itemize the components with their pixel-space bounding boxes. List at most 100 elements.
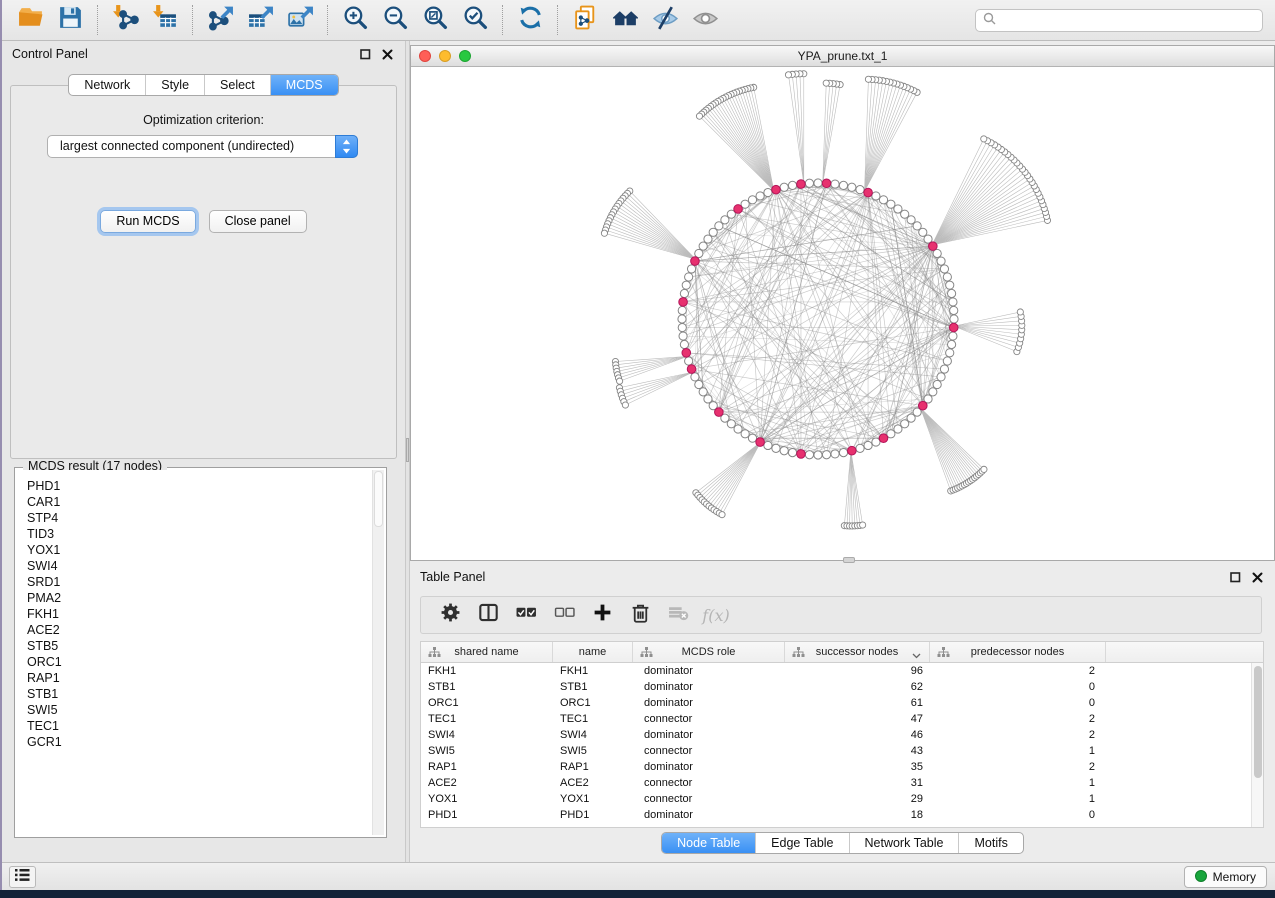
duplicate-network-button[interactable] (565, 3, 605, 37)
column-header-MCDS-role[interactable]: MCDS role (633, 642, 785, 662)
mcds-result-item[interactable]: PHD1 (27, 478, 384, 494)
table-row[interactable]: SWI5SWI5connector431 (421, 743, 1263, 759)
column-header-predecessor-nodes[interactable]: predecessor nodes (930, 642, 1106, 662)
export-network-button[interactable] (200, 3, 240, 37)
split-pane-button[interactable] (477, 604, 499, 626)
table-cell[interactable]: 0 (930, 695, 1106, 711)
column-header-name[interactable]: name (553, 642, 633, 662)
table-cell[interactable]: 31 (785, 775, 930, 791)
table-cell[interactable]: dominator (633, 663, 785, 679)
table-cell[interactable]: 0 (930, 807, 1106, 823)
show-panels-button[interactable] (9, 866, 36, 888)
splitter-grip-h[interactable] (843, 557, 855, 563)
zoom-selected-button[interactable] (455, 3, 495, 37)
close-panel-button[interactable]: Close panel (209, 210, 307, 233)
table-cell[interactable]: 18 (785, 807, 930, 823)
table-cell[interactable]: FKH1 (553, 663, 633, 679)
add-column-button[interactable] (591, 604, 613, 626)
table-row[interactable]: ORC1ORC1dominator610 (421, 695, 1263, 711)
table-cell[interactable]: STB1 (553, 679, 633, 695)
table-scrollbar[interactable] (1251, 663, 1263, 827)
mcds-result-item[interactable]: TEC1 (27, 718, 384, 734)
close-window-icon[interactable] (419, 50, 431, 62)
table-row[interactable]: FKH1FKH1dominator962 (421, 663, 1263, 679)
table-cell[interactable]: dominator (633, 695, 785, 711)
import-table-button[interactable] (145, 3, 185, 37)
criterion-dropdown[interactable]: largest connected component (undirected) (47, 135, 358, 158)
memory-button[interactable]: Memory (1184, 866, 1267, 888)
table-cell[interactable]: 2 (930, 663, 1106, 679)
zoom-in-button[interactable] (335, 3, 375, 37)
mcds-result-item[interactable]: FKH1 (27, 606, 384, 622)
mcds-result-item[interactable]: RAP1 (27, 670, 384, 686)
table-cell[interactable]: connector (633, 791, 785, 807)
table-cell[interactable]: dominator (633, 679, 785, 695)
zoom-out-button[interactable] (375, 3, 415, 37)
table-cell[interactable]: RAP1 (421, 759, 553, 775)
tab-network[interactable]: Network (69, 75, 145, 95)
export-image-button[interactable] (280, 3, 320, 37)
table-cell[interactable]: dominator (633, 727, 785, 743)
mcds-result-item[interactable]: ACE2 (27, 622, 384, 638)
table-cell[interactable]: 35 (785, 759, 930, 775)
table-row[interactable]: YOX1YOX1connector291 (421, 791, 1263, 807)
table-cell[interactable]: SWI4 (421, 727, 553, 743)
search-box[interactable] (975, 9, 1263, 32)
network-graph[interactable] (411, 67, 1274, 560)
table-row[interactable]: SWI4SWI4dominator462 (421, 727, 1263, 743)
close-panel-icon[interactable] (382, 49, 393, 60)
table-cell[interactable]: 62 (785, 679, 930, 695)
mcds-result-item[interactable]: SWI4 (27, 558, 384, 574)
select-all-button[interactable] (515, 604, 537, 626)
table-cell[interactable]: 1 (930, 791, 1106, 807)
table-settings-button[interactable] (439, 604, 461, 626)
table-cell[interactable]: STB1 (421, 679, 553, 695)
mcds-result-item[interactable]: PMA2 (27, 590, 384, 606)
tab-network-table[interactable]: Network Table (849, 833, 959, 853)
tab-select[interactable]: Select (204, 75, 270, 95)
export-table-button[interactable] (240, 3, 280, 37)
float-panel-icon[interactable] (360, 49, 371, 60)
table-cell[interactable]: 2 (930, 759, 1106, 775)
table-cell[interactable]: SWI5 (421, 743, 553, 759)
table-cell[interactable]: 1 (930, 743, 1106, 759)
minimize-window-icon[interactable] (439, 50, 451, 62)
table-cell[interactable]: PHD1 (553, 807, 633, 823)
table-cell[interactable]: TEC1 (421, 711, 553, 727)
tab-edge-table[interactable]: Edge Table (755, 833, 848, 853)
table-cell[interactable]: FKH1 (421, 663, 553, 679)
import-network-button[interactable] (105, 3, 145, 37)
table-cell[interactable]: 2 (930, 711, 1106, 727)
table-cell[interactable]: connector (633, 711, 785, 727)
table-cell[interactable]: ACE2 (553, 775, 633, 791)
splitter-grip[interactable] (406, 438, 409, 462)
table-cell[interactable]: ORC1 (553, 695, 633, 711)
close-panel-icon[interactable] (1252, 572, 1263, 583)
run-mcds-button[interactable]: Run MCDS (100, 210, 195, 233)
mcds-result-item[interactable]: GCR1 (27, 734, 384, 750)
mcds-result-item[interactable]: TID3 (27, 526, 384, 542)
table-cell[interactable]: 0 (930, 679, 1106, 695)
table-row[interactable]: RAP1RAP1dominator352 (421, 759, 1263, 775)
table-cell[interactable]: PHD1 (421, 807, 553, 823)
tab-mcds[interactable]: MCDS (270, 75, 338, 95)
table-cell[interactable]: 46 (785, 727, 930, 743)
table-cell[interactable]: SWI5 (553, 743, 633, 759)
table-scroll-thumb[interactable] (1254, 666, 1262, 778)
delete-column-button[interactable] (629, 604, 651, 626)
table-cell[interactable]: 96 (785, 663, 930, 679)
deselect-all-button[interactable] (553, 604, 575, 626)
table-cell[interactable]: 47 (785, 711, 930, 727)
table-cell[interactable]: YOX1 (421, 791, 553, 807)
mcds-result-item[interactable]: SWI5 (27, 702, 384, 718)
table-cell[interactable]: TEC1 (553, 711, 633, 727)
tab-style[interactable]: Style (145, 75, 204, 95)
save-session-button[interactable] (50, 3, 90, 37)
table-row[interactable]: STB1STB1dominator620 (421, 679, 1263, 695)
zoom-fit-button[interactable] (415, 3, 455, 37)
table-row[interactable]: TEC1TEC1connector472 (421, 711, 1263, 727)
mcds-result-item[interactable]: STB5 (27, 638, 384, 654)
table-cell[interactable]: dominator (633, 759, 785, 775)
show-all-button[interactable] (685, 3, 725, 37)
table-row[interactable]: PHD1PHD1dominator180 (421, 807, 1263, 823)
